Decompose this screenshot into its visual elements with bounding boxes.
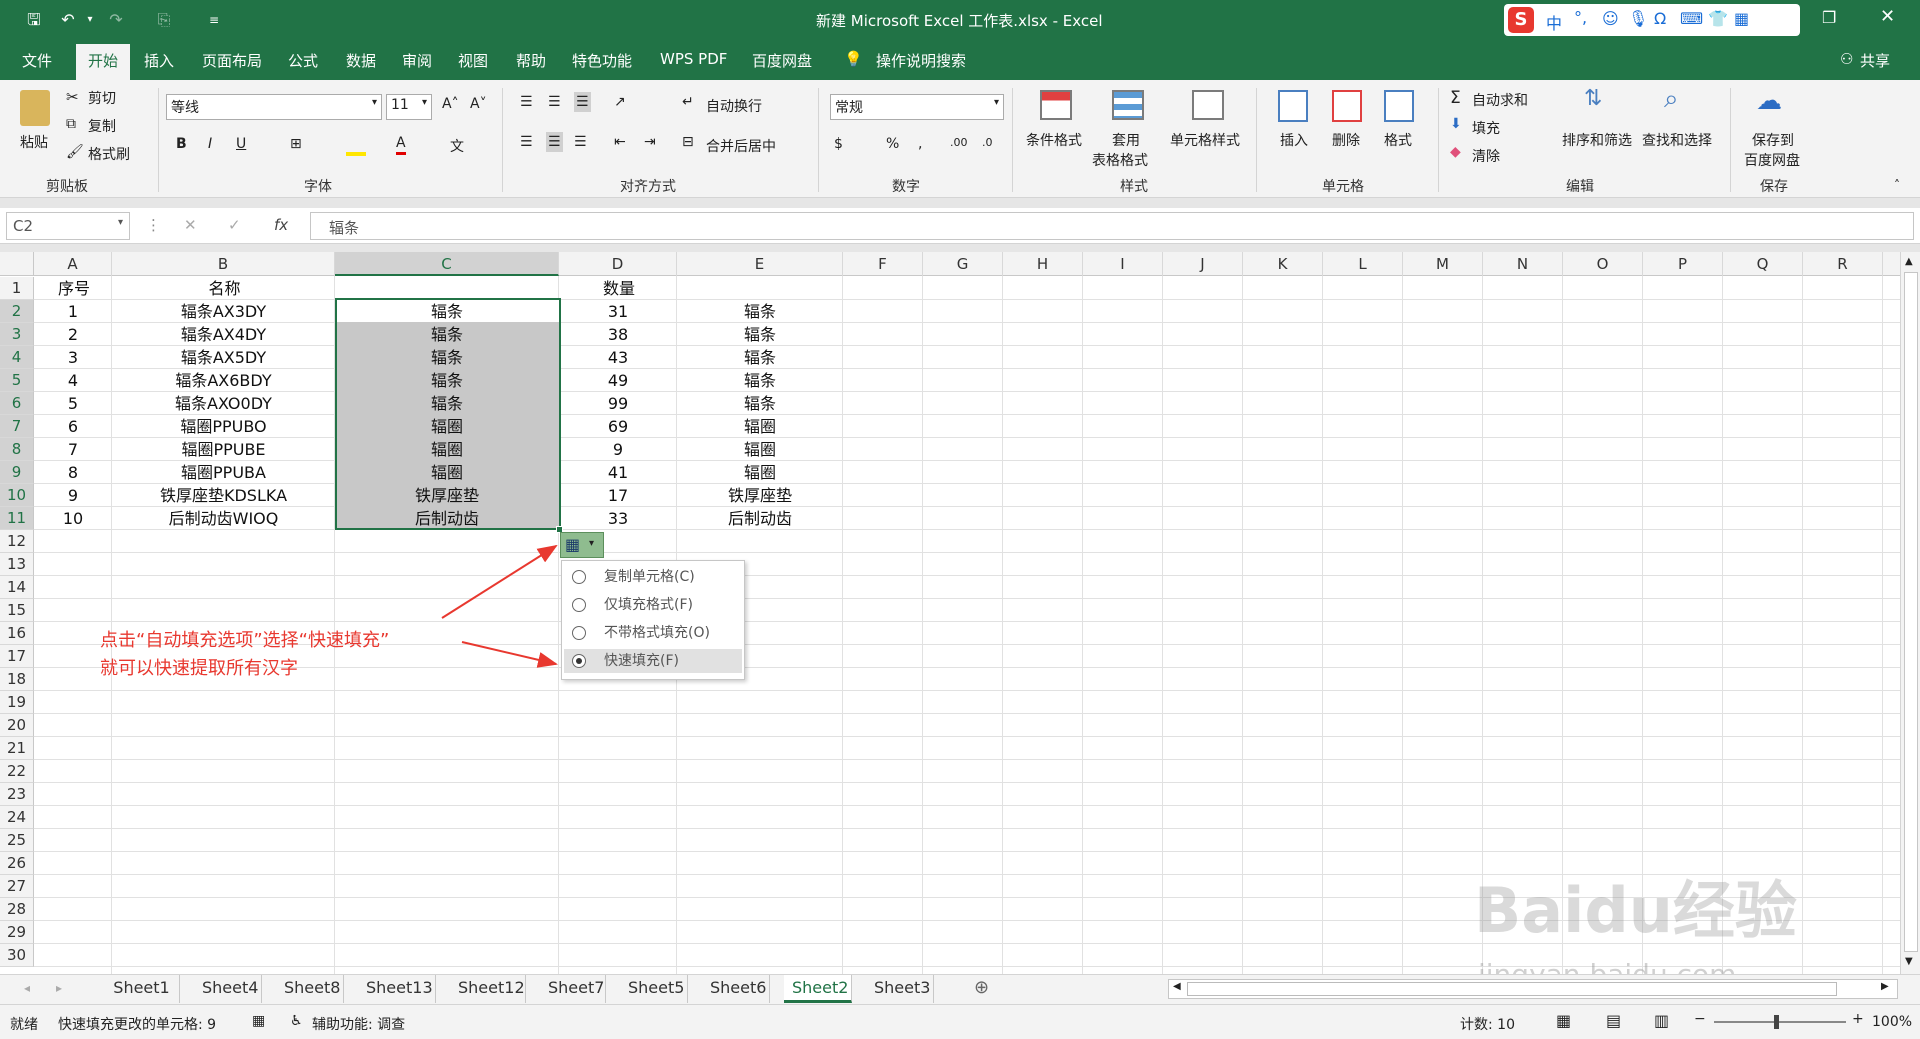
sheet-tab-sheet3[interactable]: Sheet3	[866, 975, 934, 1003]
status-flash-fill: 快速填充更改的单元格: 9	[58, 1017, 217, 1033]
vertical-scrollbar[interactable]: ▲ ▼	[1900, 252, 1920, 974]
sheet-tab-sheet8[interactable]: Sheet8	[276, 975, 344, 1003]
horizontal-scrollbar[interactable]: ◀ ▶	[1168, 979, 1898, 999]
annotation-line1: 点击“自动填充选项”选择“快速填充”	[100, 630, 390, 651]
sheet-tab-sheet5[interactable]: Sheet5	[620, 975, 688, 1003]
scroll-left-icon[interactable]: ◀	[1173, 981, 1181, 992]
scroll-right-icon[interactable]: ▶	[1881, 981, 1889, 992]
zoom-out-icon[interactable]: −	[1694, 1011, 1706, 1027]
page-layout-view-icon[interactable]: ▤	[1606, 1011, 1621, 1030]
sheet-tab-sheet13[interactable]: Sheet13	[358, 975, 436, 1003]
sheet-tab-sheet4[interactable]: Sheet4	[194, 975, 262, 1003]
scroll-up-icon[interactable]: ▲	[1905, 256, 1913, 267]
page-break-view-icon[interactable]: ▥	[1654, 1011, 1669, 1030]
zoom-slider-thumb[interactable]	[1774, 1015, 1779, 1029]
sheet-tab-sheet6[interactable]: Sheet6	[702, 975, 770, 1003]
status-accessibility[interactable]: 辅助功能: 调查	[312, 1014, 405, 1034]
arrow-to-flash-fill	[461, 641, 558, 668]
zoom-level[interactable]: 100%	[1872, 1014, 1912, 1030]
zoom-in-icon[interactable]: +	[1852, 1011, 1864, 1027]
status-ready: 就绪	[10, 1017, 38, 1033]
watermark-logo: Baidu经验	[1474, 874, 1797, 947]
sheet-tab-sheet2[interactable]: Sheet2	[784, 975, 852, 1003]
add-sheet-icon[interactable]: ⊕	[974, 977, 989, 998]
macro-record-icon[interactable]: ▦	[252, 1013, 265, 1029]
status-count: 计数: 10	[1460, 1017, 1515, 1033]
sheet-tab-sheet1[interactable]: Sheet1	[104, 975, 180, 1003]
annotation-line2: 就可以快速提取所有汉字	[100, 658, 298, 679]
normal-view-icon[interactable]: ▦	[1556, 1011, 1571, 1030]
status-bar: 就绪 快速填充更改的单元格: 9 ▦ ♿ 辅助功能: 调查 计数: 10 ▦ ▤…	[0, 1004, 1920, 1039]
hscroll-thumb[interactable]	[1187, 982, 1837, 996]
scroll-thumb[interactable]	[1904, 272, 1918, 952]
next-sheet-icon[interactable]: ▸	[56, 981, 62, 995]
sheet-tab-sheet12[interactable]: Sheet12	[450, 975, 526, 1003]
accessibility-icon: ♿	[290, 1013, 303, 1029]
sheet-tab-sheet7[interactable]: Sheet7	[540, 975, 606, 1003]
prev-sheet-icon[interactable]: ◂	[24, 981, 30, 995]
scroll-down-icon[interactable]: ▼	[1905, 956, 1913, 967]
arrow-to-button	[441, 544, 558, 619]
sheet-tab-bar: ◂ ▸ Sheet1 Sheet4 Sheet8 Sheet13 Sheet12 Shee…	[0, 974, 1920, 1004]
zoom-slider[interactable]	[1714, 1021, 1846, 1023]
